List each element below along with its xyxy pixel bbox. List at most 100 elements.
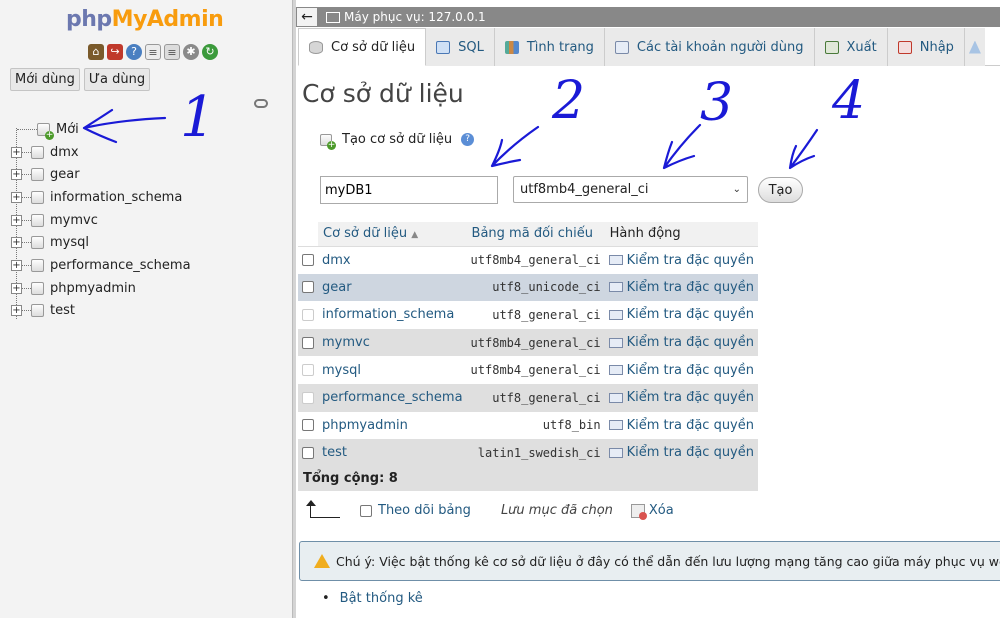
header-database[interactable]: Cơ sở dữ liệu ▲ [318,222,467,247]
help-icon[interactable]: ? [461,133,475,146]
database-icon [31,168,44,182]
expand-icon[interactable]: + [11,259,22,271]
create-database-button[interactable]: Tạo [758,177,803,203]
tree-item-label[interactable]: gear [50,167,80,182]
row-checkbox[interactable] [302,254,314,267]
database-name-cell[interactable]: performance_schema [318,383,467,412]
recent-button[interactable]: Mới dùng [10,68,80,91]
tab-user-accounts[interactable]: Các tài khoản người dùng [604,28,815,66]
header-collation[interactable]: Bảng mã đối chiếu [466,222,605,247]
database-name-cell[interactable]: gear [318,273,467,302]
tab-export[interactable]: Xuất [814,28,888,66]
expand-icon[interactable]: + [11,214,22,226]
check-privileges-link[interactable]: Kiểm tra đặc quyền [627,390,754,405]
check-privileges-link[interactable]: Kiểm tra đặc quyền [627,445,754,460]
header-database-label[interactable]: Cơ sở dữ liệu [323,226,407,241]
database-name-cell[interactable]: test [318,439,467,467]
databases-table: Cơ sở dữ liệu ▲ Bảng mã đối chiếu Hành đ… [298,222,758,491]
collation-select[interactable]: utf8mb4_general_ci ⌄ [513,176,748,203]
database-name-input[interactable] [320,176,498,204]
documentation-icon[interactable]: ≡ [145,44,161,60]
create-database-label: Tạo cơ sở dữ liệu [342,132,453,147]
server-breadcrumb[interactable]: Máy phục vụ: 127.0.0.1 [344,10,486,24]
statistics-notice: Chú ý: Việc bật thống kê cơ sở dữ liệu ở… [299,541,1000,581]
check-all-checkbox[interactable] [360,504,372,517]
check-privileges-cell[interactable]: Kiểm tra đặc quyền [604,439,758,467]
mariadb-docs-icon[interactable]: ≡ [164,44,180,60]
phpmyadmin-logo[interactable]: phpMyAdmin [66,7,224,32]
database-name-cell[interactable]: mysql [318,356,467,384]
expand-icon[interactable]: + [11,305,22,317]
favorite-button[interactable]: Ưa dùng [83,68,151,91]
tree-item-information-schema[interactable]: + information_schema [8,186,288,209]
expand-icon[interactable]: + [11,191,22,203]
tree-item-test[interactable]: + test [8,300,288,323]
settings-gear-icon[interactable]: ✱ [183,44,199,60]
row-checkbox-cell [298,383,318,412]
tree-item-mysql[interactable]: + mysql [8,231,288,254]
tab-more[interactable] [964,28,985,66]
check-privileges-cell[interactable]: Kiểm tra đặc quyền [604,383,758,412]
row-checkbox[interactable] [302,419,314,432]
privileges-icon [608,309,623,320]
tree-item-label[interactable]: dmx [50,145,79,160]
check-privileges-cell[interactable]: Kiểm tra đặc quyền [604,246,758,274]
check-privileges-link[interactable]: Kiểm tra đặc quyền [627,253,754,268]
check-privileges-link[interactable]: Kiểm tra đặc quyền [627,280,754,295]
database-name-cell[interactable]: dmx [318,246,467,274]
tree-item-phpmyadmin[interactable]: + phpmyadmin [8,277,288,300]
drop-selected-button[interactable]: Xóa [649,503,674,518]
check-privileges-link[interactable]: Kiểm tra đặc quyền [627,307,754,322]
tab-databases[interactable]: Cơ sở dữ liệu [298,28,427,66]
tree-item-label[interactable]: Mới [56,122,79,137]
tree-item-label[interactable]: performance_schema [50,258,191,273]
check-privileges-cell[interactable]: Kiểm tra đặc quyền [604,301,758,329]
reload-icon[interactable]: ↻ [202,44,218,60]
check-all-label[interactable]: Theo dõi bảng [378,503,471,518]
expand-icon[interactable]: + [11,169,22,181]
drop-icon[interactable] [630,503,647,520]
row-checkbox[interactable] [302,281,314,294]
tree-item-label[interactable]: test [50,303,75,318]
check-privileges-cell[interactable]: Kiểm tra đặc quyền [604,411,758,440]
tab-status[interactable]: Tình trạng [494,28,605,66]
tree-item-label[interactable]: mymvc [50,213,98,228]
tab-label: Các tài khoản người dùng [636,39,804,55]
tree-item-label[interactable]: information_schema [50,190,182,205]
tab-import[interactable]: Nhập [887,28,965,66]
expand-icon[interactable]: + [11,146,22,158]
row-checkbox-cell [298,439,318,467]
check-privileges-link[interactable]: Kiểm tra đặc quyền [627,363,754,378]
database-name-cell[interactable]: phpmyadmin [318,411,467,440]
tree-item-dmx[interactable]: + dmx [8,141,288,164]
privileges-icon [608,365,623,376]
warning-icon [314,554,330,568]
link-with-main-panel-icon[interactable] [254,99,268,108]
expand-icon[interactable]: + [11,282,22,294]
home-icon[interactable]: ⌂ [88,44,104,60]
check-privileges-cell[interactable]: Kiểm tra đặc quyền [604,273,758,302]
tree-item-label[interactable]: mysql [50,235,89,250]
tree-item-mymvc[interactable]: + mymvc [8,209,288,232]
row-checkbox[interactable] [302,446,314,459]
check-privileges-link[interactable]: Kiểm tra đặc quyền [627,418,754,433]
check-privileges-cell[interactable]: Kiểm tra đặc quyền [604,356,758,384]
tree-item-performance-schema[interactable]: + performance_schema [8,254,288,277]
row-checkbox[interactable] [302,336,314,349]
expand-icon[interactable]: + [11,237,22,249]
tree-item-new[interactable]: Mới [8,118,288,141]
enable-statistics-link[interactable]: Bật thống kê [322,591,423,606]
help-icon[interactable]: ? [126,44,142,60]
database-name-cell[interactable]: mymvc [318,328,467,357]
check-privileges-cell[interactable]: Kiểm tra đặc quyền [604,328,758,357]
tree-item-gear[interactable]: + gear [8,163,288,186]
database-name-cell[interactable]: information_schema [318,301,467,329]
panel-resize-handle[interactable] [292,0,296,618]
logout-icon[interactable]: ↪ [107,44,123,60]
row-checkbox-disabled [302,364,314,377]
check-privileges-link[interactable]: Kiểm tra đặc quyền [627,335,754,350]
collapse-nav-arrow-icon[interactable]: ← [296,7,318,27]
tab-sql[interactable]: SQL [426,28,495,66]
notice-text: Chú ý: Việc bật thống kê cơ sở dữ liệu ở… [336,553,1000,569]
tree-item-label[interactable]: phpmyadmin [50,281,136,296]
